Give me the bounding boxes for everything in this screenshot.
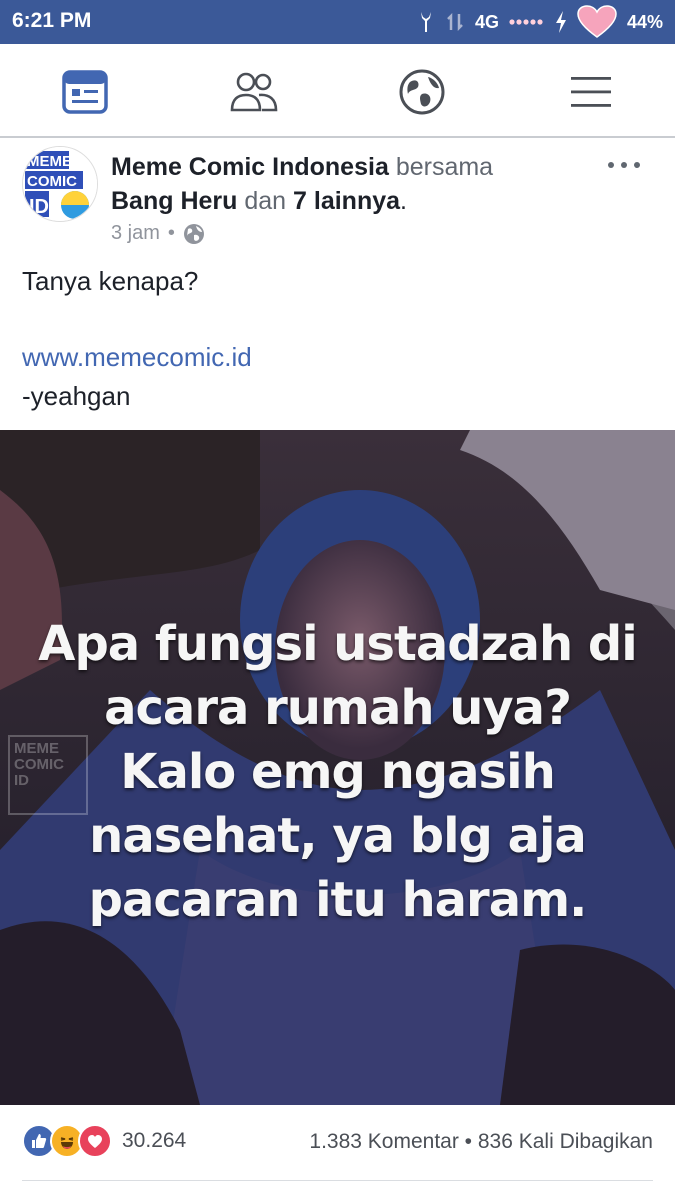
svg-text:ID: ID bbox=[29, 196, 49, 218]
more-dots-icon bbox=[608, 162, 640, 168]
status-bar: 6:21 PM 4G 44% bbox=[0, 0, 675, 44]
reactions-summary[interactable]: 30.264 bbox=[22, 1124, 186, 1158]
with-word: bersama bbox=[395, 153, 494, 181]
love-icon bbox=[78, 1124, 112, 1158]
post-text: Tanya kenapa? bbox=[22, 266, 199, 296]
battery-percent: 44% bbox=[626, 11, 663, 32]
and-word: dan bbox=[244, 187, 287, 215]
status-time: 6:21 PM bbox=[12, 9, 92, 32]
caption-line-1: Apa fungsi ustadzah di bbox=[38, 616, 637, 672]
page-avatar[interactable]: MEME COMIC ID bbox=[22, 146, 98, 222]
data-transfer-icon bbox=[445, 10, 465, 34]
counts-separator: • bbox=[464, 1130, 473, 1153]
post-link[interactable]: www.memecomic.id bbox=[22, 342, 252, 373]
shares-count[interactable]: 836 Kali Dibagikan bbox=[478, 1130, 653, 1153]
engagement-counts: 1.383 Komentar • 836 Kali Dibagikan bbox=[309, 1130, 653, 1154]
caption-line-5: pacaran itu haram. bbox=[88, 872, 588, 928]
status-icons: 4G 44% bbox=[417, 0, 663, 44]
notifications-globe-icon bbox=[399, 69, 445, 115]
news-feed-icon bbox=[62, 70, 108, 114]
network-type: 4G bbox=[474, 11, 499, 32]
action-divider bbox=[22, 1180, 653, 1181]
page-name-link[interactable]: Meme Comic Indonesia bbox=[111, 153, 389, 181]
tab-friends[interactable] bbox=[226, 64, 282, 120]
meta-separator: • bbox=[167, 222, 175, 244]
menu-icon bbox=[571, 77, 611, 107]
tagged-person-link[interactable]: Bang Heru bbox=[111, 187, 237, 215]
comments-count[interactable]: 1.383 Komentar bbox=[309, 1130, 458, 1153]
top-navigation bbox=[0, 44, 675, 138]
heart-battery-icon bbox=[577, 5, 617, 39]
reaction-count: 30.264 bbox=[122, 1129, 187, 1152]
globe-icon bbox=[183, 223, 204, 244]
meme-comic-logo-icon: MEME COMIC ID bbox=[23, 147, 97, 221]
friends-icon bbox=[230, 72, 278, 112]
svg-text:COMIC: COMIC bbox=[27, 173, 77, 190]
post-options-button[interactable] bbox=[605, 150, 645, 180]
post-author-line: Meme Comic Indonesia bersama Bang Heru d… bbox=[111, 150, 581, 218]
tab-notifications[interactable] bbox=[394, 64, 450, 120]
post-timestamp[interactable]: 3 jam bbox=[111, 222, 160, 245]
caption-line-2: acara rumah uya? bbox=[104, 680, 572, 736]
post-image[interactable]: MEME COMIC ID Apa fungsi ustadzah di aca… bbox=[0, 430, 675, 1105]
caption-line-3: Kalo emg ngasih bbox=[120, 744, 555, 800]
charging-bolt-icon bbox=[555, 11, 567, 33]
tab-news-feed[interactable] bbox=[57, 64, 113, 120]
svg-text:MEME: MEME bbox=[27, 153, 72, 170]
post-signature: -yeahgan bbox=[22, 381, 131, 411]
deer-notification-icon bbox=[417, 10, 435, 34]
author-line-period: . bbox=[400, 187, 407, 215]
tab-menu[interactable] bbox=[563, 64, 619, 120]
tagged-others-link[interactable]: 7 lainnya bbox=[293, 187, 400, 215]
caption-line-4: nasehat, ya blg aja bbox=[89, 808, 587, 864]
post-meta: 3 jam • bbox=[111, 222, 205, 245]
signal-dots-icon bbox=[509, 17, 545, 27]
